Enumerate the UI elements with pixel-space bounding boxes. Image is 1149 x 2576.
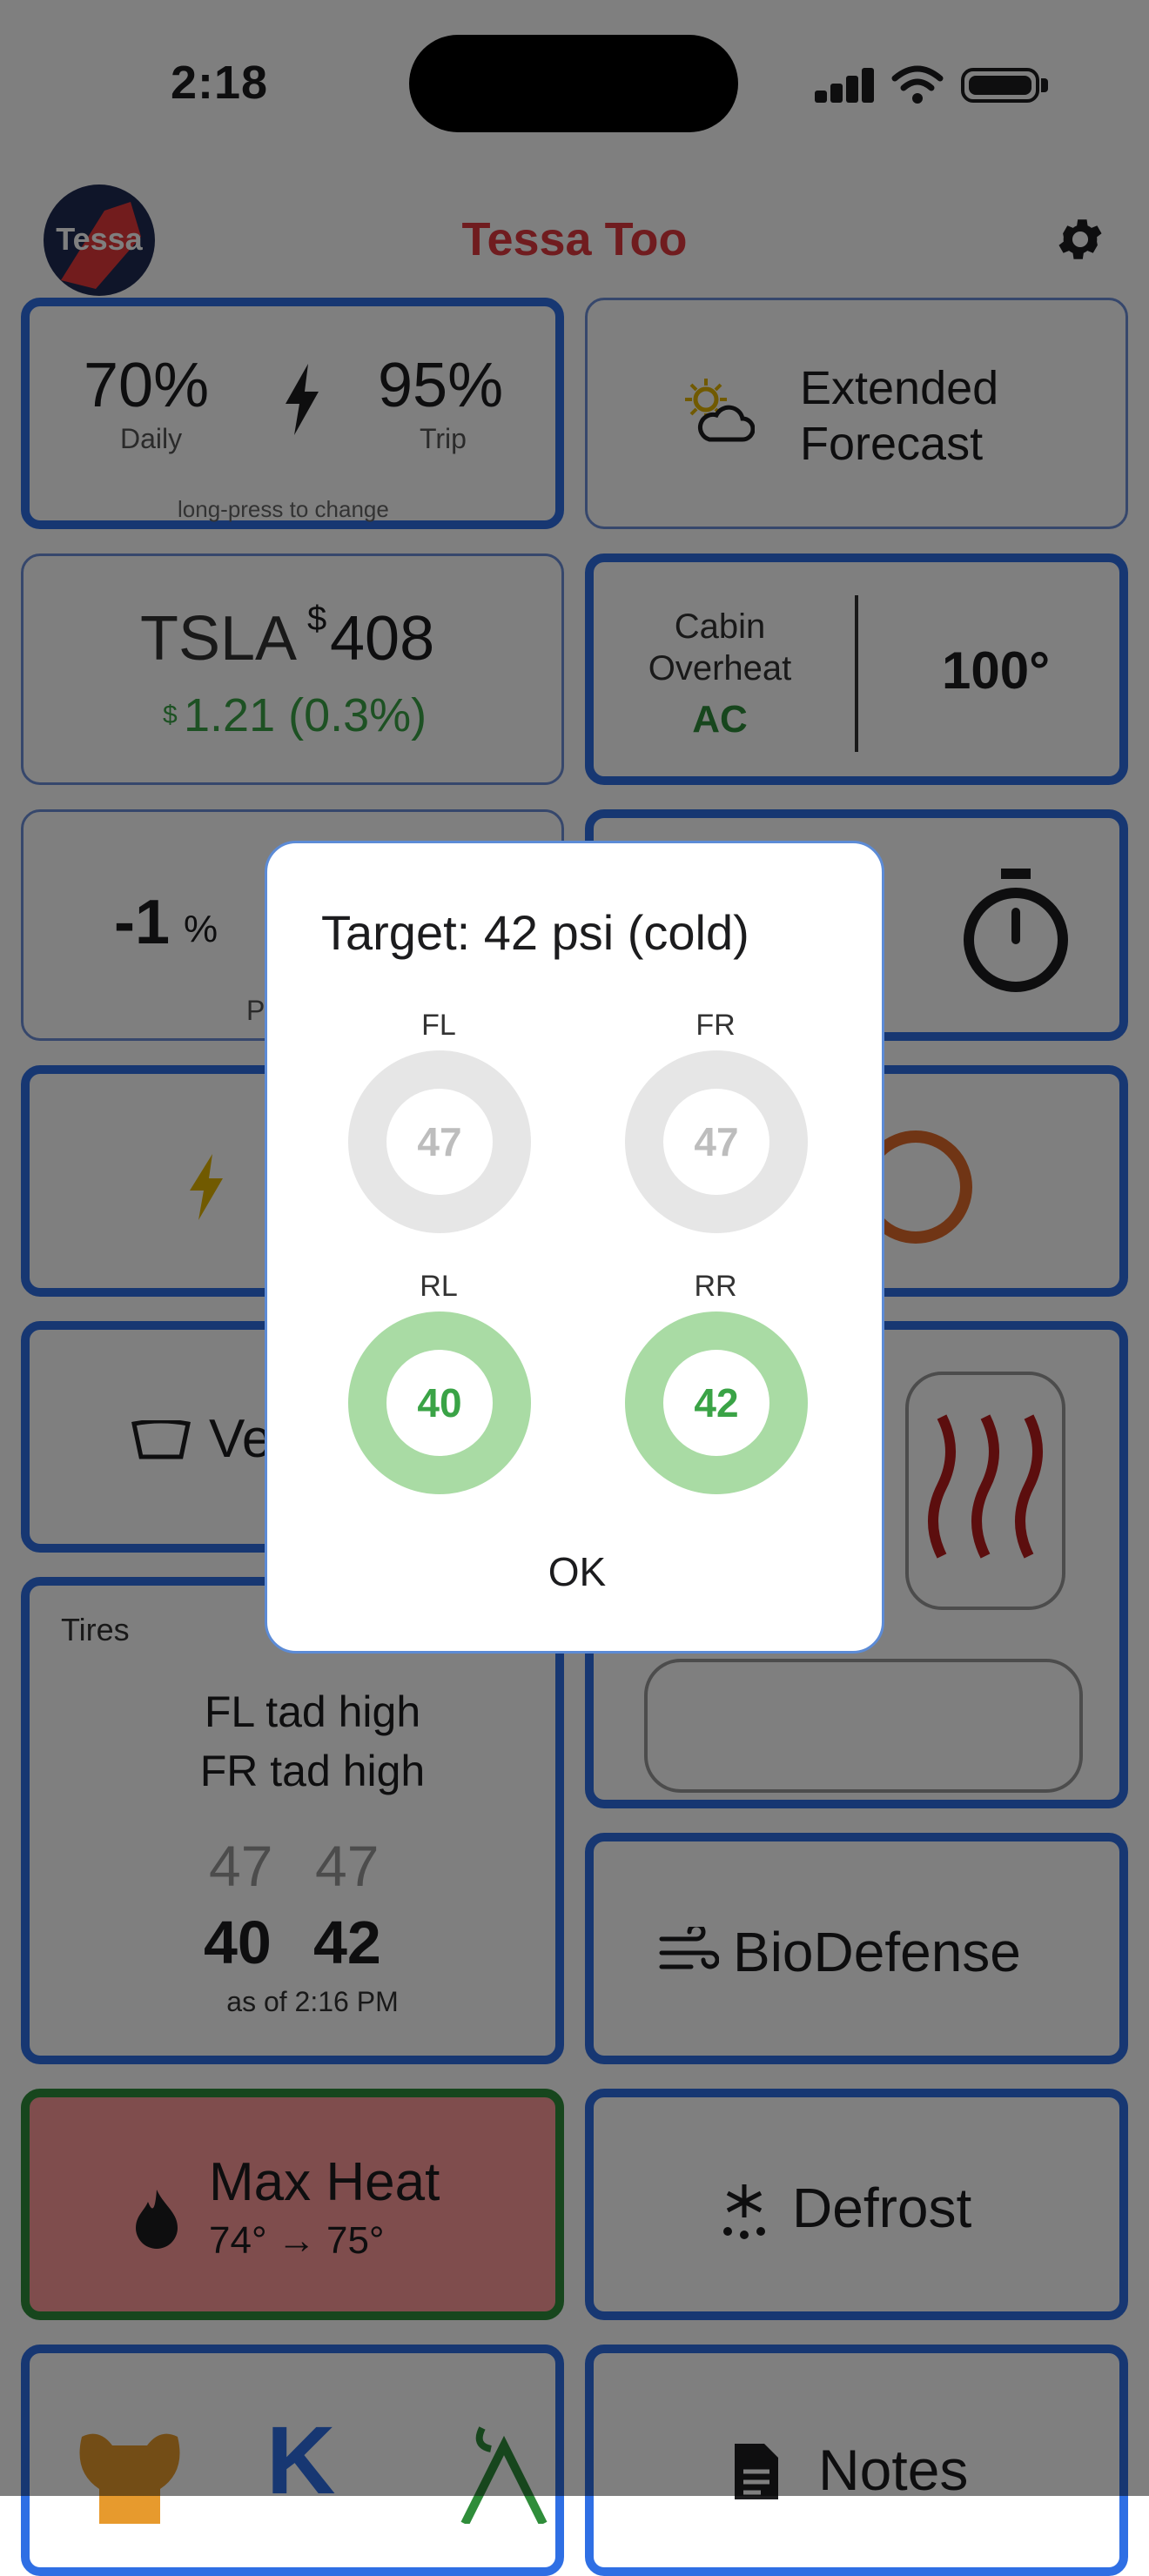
tire-pressure-dialog: Target: 42 psi (cold) FL 47 FR 47 RL 40 … xyxy=(265,841,884,1654)
tire-gauge-rr: 42 xyxy=(625,1311,808,1494)
tire-gauge-fl-value: 47 xyxy=(417,1119,462,1164)
tire-gauge-fr: 47 xyxy=(625,1050,808,1233)
tire-label-fl: FL xyxy=(421,1009,456,1042)
ok-button[interactable]: OK xyxy=(528,1548,626,1595)
tire-label-fr: FR xyxy=(695,1009,736,1042)
tire-gauge-fl: 47 xyxy=(348,1050,531,1233)
tire-gauge-fr-value: 47 xyxy=(694,1119,739,1164)
tire-label-rr: RR xyxy=(694,1270,737,1303)
tire-gauge-rl: 40 xyxy=(348,1311,531,1494)
tire-label-rl: RL xyxy=(420,1270,458,1303)
tire-gauge-rl-value: 40 xyxy=(417,1380,462,1426)
tire-gauge-rr-value: 42 xyxy=(694,1380,739,1426)
dialog-title: Target: 42 psi (cold) xyxy=(321,905,749,960)
